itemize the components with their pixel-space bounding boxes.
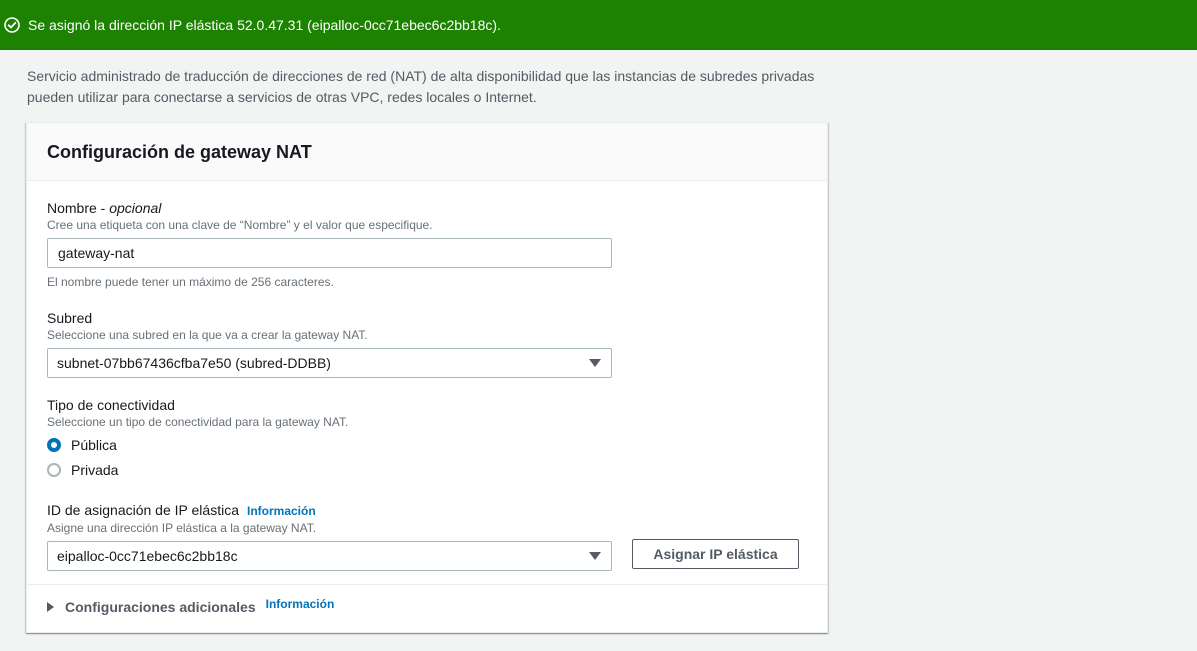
subnet-select[interactable]: subnet-07bb67436cfba7e50 (subred-DDBB) <box>47 348 612 378</box>
caret-right-icon <box>47 602 54 612</box>
radio-label-publica: Pública <box>71 436 117 453</box>
name-input-value: gateway-nat <box>58 245 135 261</box>
panel-header: Configuración de gateway NAT <box>27 123 827 181</box>
connectivity-description: Seleccione un tipo de conectividad para … <box>47 415 349 429</box>
radio-selected-icon[interactable] <box>47 437 61 452</box>
eip-select[interactable]: eipalloc-0cc71ebec6c2bb18c <box>47 541 612 571</box>
radio-label-privada: Privada <box>71 461 119 478</box>
additional-info-link[interactable]: Información <box>266 597 335 611</box>
name-input[interactable]: gateway-nat <box>47 238 612 268</box>
caret-down-icon <box>589 359 601 367</box>
eip-label: ID de asignación de IP elástica Informaci… <box>47 502 316 518</box>
success-banner: Se asignó la dirección IP elástica 52.0.… <box>0 0 1197 50</box>
nat-gateway-settings-panel: Configuración de gateway NAT Nombre - op… <box>26 122 828 633</box>
connectivity-radio-group: Pública Privada <box>47 432 348 482</box>
subnet-label: Subred <box>47 310 93 326</box>
additional-settings-expander[interactable]: Configuraciones adicionales Información <box>47 597 335 615</box>
optional-label: opcional <box>109 200 162 216</box>
connectivity-field: Tipo de conectividad Seleccione un tipo … <box>47 396 348 482</box>
radio-unselected-icon[interactable] <box>47 462 61 477</box>
allocate-eip-button[interactable]: Asignar IP elástica <box>632 539 799 569</box>
connectivity-label: Tipo de conectividad <box>47 397 175 413</box>
eip-field: ID de asignación de IP elástica Informaci… <box>47 501 612 571</box>
panel-title: Configuración de gateway NAT <box>47 142 312 162</box>
eip-selected-value: eipalloc-0cc71ebec6c2bb18c <box>57 548 238 564</box>
page-description: Servicio administrado de traducción de d… <box>27 68 815 105</box>
radio-option-publica[interactable]: Pública <box>47 432 348 457</box>
eip-description: Asigne una dirección IP elástica a la ga… <box>47 521 317 535</box>
divider <box>27 584 827 585</box>
name-description: Cree una etiqueta con una clave de “Nomb… <box>47 218 433 232</box>
banner-message: Se asignó la dirección IP elástica 52.0.… <box>28 17 501 33</box>
name-constraint: El nombre puede tener un máximo de 256 c… <box>47 275 334 289</box>
subnet-field: Subred Seleccione una subred en la que v… <box>47 309 612 378</box>
subnet-selected-value: subnet-07bb67436cfba7e50 (subred-DDBB) <box>57 355 331 371</box>
radio-option-privada[interactable]: Privada <box>47 457 348 482</box>
name-label: Nombre - opcional <box>47 200 162 216</box>
name-field: Nombre - opcional Cree una etiqueta con … <box>47 199 612 289</box>
caret-down-icon <box>589 552 601 560</box>
additional-settings-label: Configuraciones adicionales <box>65 599 256 615</box>
eip-info-link[interactable]: Información <box>247 504 316 518</box>
check-circle-icon <box>4 17 20 33</box>
subnet-description: Seleccione una subred en la que va a cre… <box>47 328 368 342</box>
